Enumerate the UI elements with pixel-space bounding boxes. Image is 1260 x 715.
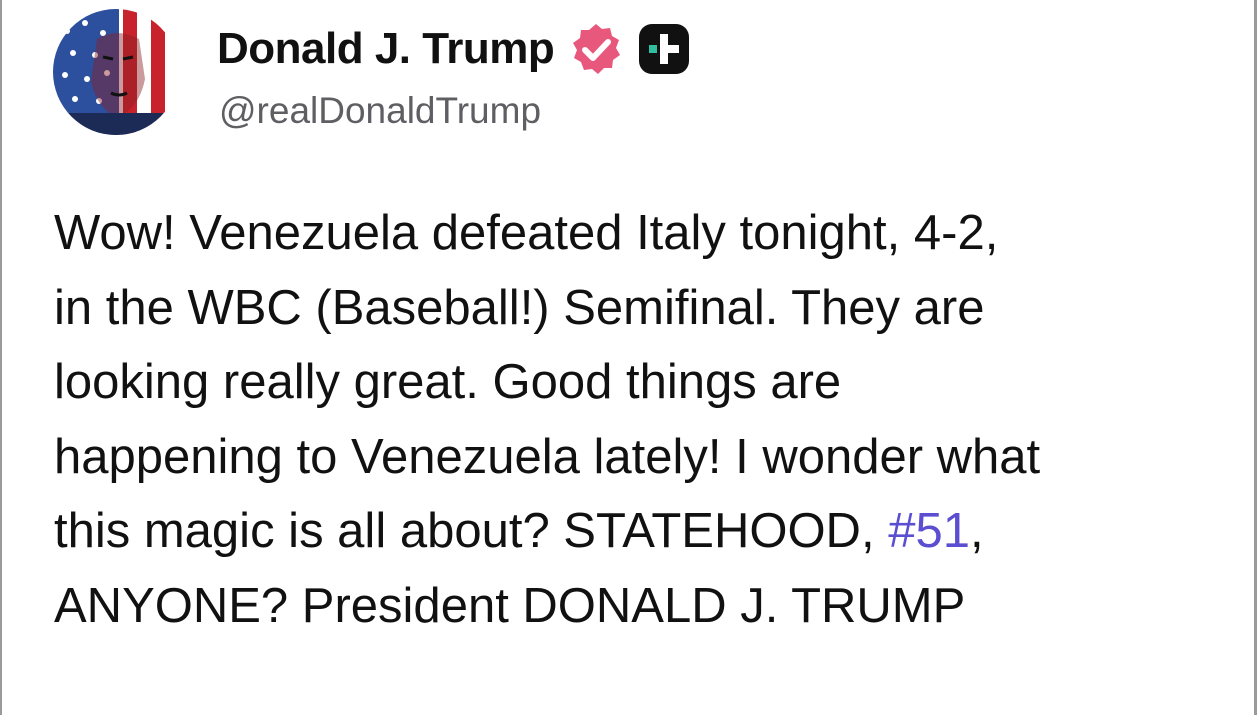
post-line: in the WBC (Baseball!) Semifinal. They a…: [54, 280, 985, 335]
author-display-name[interactable]: Donald J. Trump: [217, 27, 555, 71]
post-line: ANYONE? President DONALD J. TRUMP: [54, 578, 966, 633]
avatar-image: [53, 9, 179, 135]
author-name-row: Donald J. Trump: [217, 18, 692, 80]
hashtag-link[interactable]: #51: [888, 504, 970, 558]
post-line: Wow! Venezuela defeated Italy tonight, 4…: [54, 206, 999, 260]
post-card: Donald J. Trump @realDonaldTrump Wow! Ve…: [0, 0, 1257, 715]
author-handle[interactable]: @realDonaldTrump: [219, 89, 541, 133]
post-line: happening to Venezuela lately! I wonder …: [54, 429, 1041, 484]
verified-badge-icon: [573, 24, 621, 74]
post-line-text: this magic is all about? STATEHOOD,: [54, 504, 889, 558]
post-line-text: ,: [969, 504, 984, 558]
post-line: looking really great. Good things are: [54, 355, 842, 409]
post-line: this magic is all about? STATEHOOD, #51,: [54, 494, 1234, 569]
avatar[interactable]: [53, 9, 179, 135]
plus-badge-icon: [639, 24, 690, 74]
post-body: Wow! Venezuela defeated Italy tonight, 4…: [54, 196, 1234, 643]
